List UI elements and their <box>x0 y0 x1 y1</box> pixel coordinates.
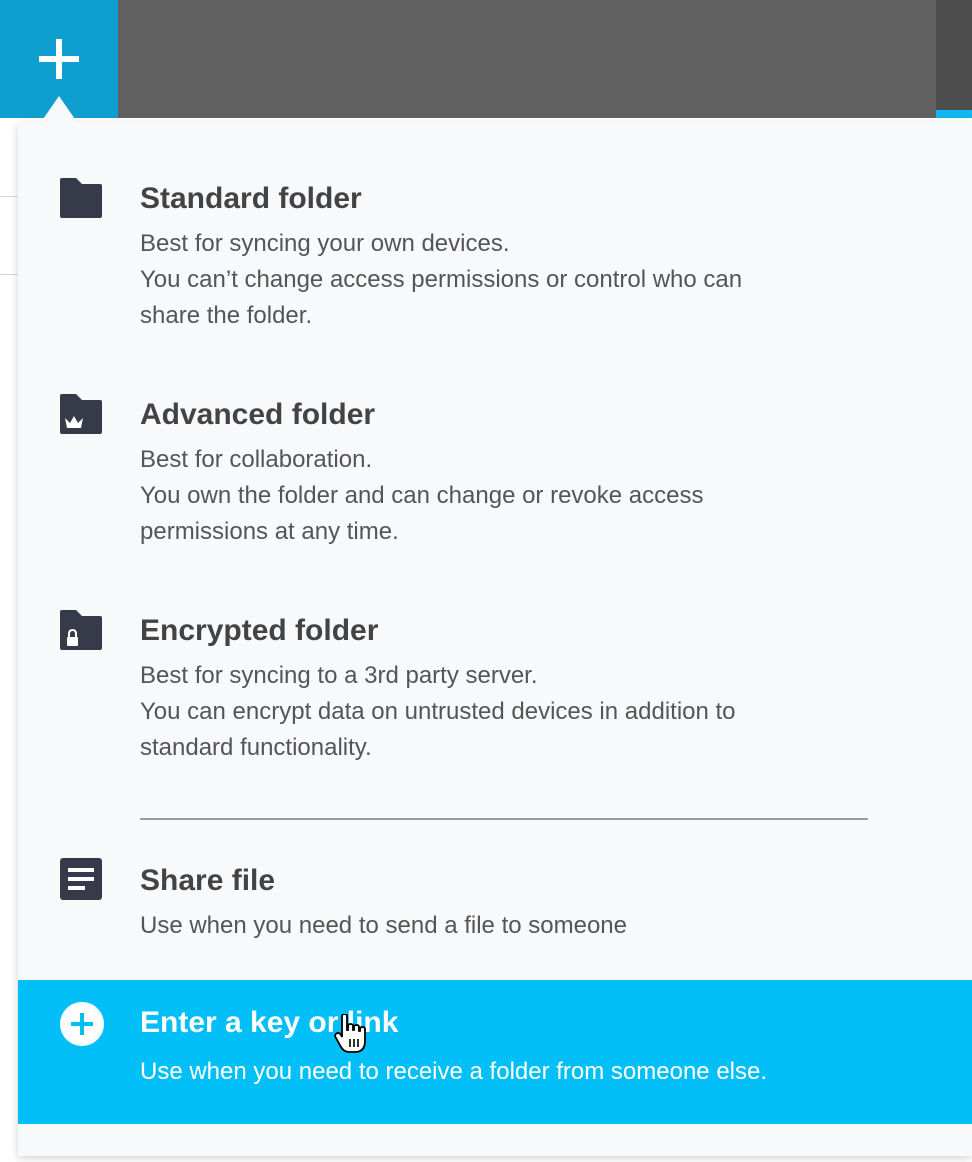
hand-cursor-icon <box>334 1014 366 1053</box>
description-line: share the folder. <box>140 302 313 329</box>
description-line: standard functionality. <box>140 734 372 761</box>
menu-item-description: Best for collaboration. You own the fold… <box>140 442 703 550</box>
folder-lock-icon <box>60 610 102 650</box>
description-line: You own the folder and can change or rev… <box>140 482 704 509</box>
menu-item-description: Best for syncing to a 3rd party server. … <box>140 658 736 766</box>
menu-item-encrypted-folder[interactable]: Encrypted folder Best for syncing to a 3… <box>18 598 972 778</box>
description-line: You can’t change access permissions or c… <box>140 266 743 293</box>
add-folder-menu: Standard folder Best for syncing your ow… <box>18 122 972 1156</box>
menu-item-title: Advanced folder <box>140 398 376 431</box>
plus-circle-icon <box>60 1002 104 1046</box>
menu-item-description: Use when you need to receive a folder fr… <box>140 1054 767 1090</box>
description-line: Best for collaboration. <box>140 446 373 473</box>
menu-item-advanced-folder[interactable]: Advanced folder Best for collaboration. … <box>18 382 972 562</box>
menu-caret <box>41 96 77 122</box>
top-bar-accent <box>936 110 972 118</box>
description-line: Best for syncing your own devices. <box>140 230 510 257</box>
menu-item-description: Use when you need to send a file to some… <box>140 908 627 944</box>
folder-crown-icon <box>60 394 102 434</box>
menu-item-standard-folder[interactable]: Standard folder Best for syncing your ow… <box>18 166 972 346</box>
menu-item-title: Encrypted folder <box>140 614 379 647</box>
menu-item-enter-key-or-link[interactable]: Enter a key or link Use when you need to… <box>18 980 972 1124</box>
description-line: Use when you need to receive a folder fr… <box>140 1058 768 1085</box>
top-bar-right-section <box>936 0 972 118</box>
file-icon <box>60 858 102 900</box>
description-line: Best for syncing to a 3rd party server. <box>140 662 538 689</box>
folder-icon <box>60 178 102 218</box>
menu-item-title: Standard folder <box>140 182 362 215</box>
menu-item-title: Share file <box>140 864 276 897</box>
menu-item-description: Best for syncing your own devices. You c… <box>140 226 742 334</box>
top-bar <box>0 0 972 118</box>
description-line: Use when you need to send a file to some… <box>140 912 627 939</box>
description-line: permissions at any time. <box>140 518 399 545</box>
menu-divider <box>140 818 868 820</box>
description-line: You can encrypt data on untrusted device… <box>140 698 736 725</box>
plus-icon <box>39 39 79 79</box>
menu-item-share-file[interactable]: Share file Use when you need to send a f… <box>18 848 972 958</box>
